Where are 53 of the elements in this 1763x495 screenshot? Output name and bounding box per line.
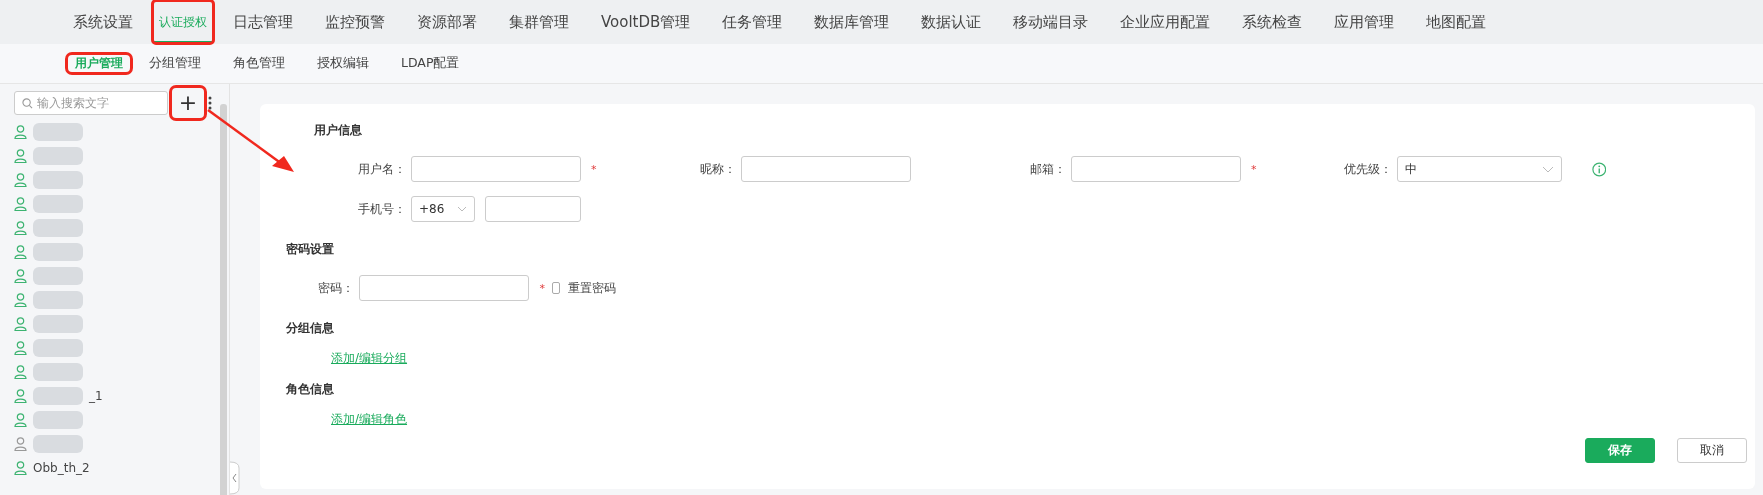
chevron-down-icon (457, 206, 467, 212)
field-label: 优先级： (1343, 160, 1392, 178)
chevron-down-icon (1541, 165, 1554, 173)
input-field[interactable] (359, 275, 530, 301)
nav-tab[interactable]: 系统设置 (60, 0, 146, 44)
search-field[interactable]: 输入搜索文字 (14, 91, 168, 115)
nav-tab[interactable]: 数据认证 (908, 0, 995, 44)
nav-tab[interactable]: 系统检查 (1229, 0, 1316, 44)
nav-tab[interactable]: 数据库管理 (801, 0, 903, 44)
checkbox-label: 重置密码 (568, 279, 616, 297)
section-title: 分组信息 (286, 320, 335, 337)
nav-tab[interactable]: 监控预警 (312, 0, 398, 44)
nav-tab[interactable]: 移动端目录 (1000, 0, 1102, 44)
section-title: 用户信息 (314, 122, 363, 139)
select-field[interactable]: 中 (1397, 156, 1562, 182)
country-code-select[interactable]: +86 (411, 196, 475, 222)
input-field[interactable] (411, 156, 581, 182)
sub-tab[interactable]: LDAP配置 (388, 49, 473, 78)
nav-tab[interactable]: VooltDB管理 (588, 0, 704, 44)
input-field[interactable] (741, 156, 911, 182)
input-field[interactable] (1071, 156, 1241, 182)
checkbox[interactable] (552, 282, 560, 294)
sub-tab[interactable]: 授权编辑 (304, 49, 382, 78)
required-mark: * (539, 281, 546, 295)
add-button[interactable]: + (172, 88, 204, 118)
field-label: 邮箱： (1029, 160, 1066, 178)
field-label: 昵称： (699, 160, 736, 178)
nav-tab[interactable]: 地图配置 (1413, 0, 1500, 44)
nav-tab[interactable]: 日志管理 (220, 0, 306, 44)
user-name[interactable]: Obb_th_2 (33, 461, 90, 475)
nav-tab[interactable]: 集群管理 (496, 0, 582, 44)
nav-tab[interactable]: 资源部署 (404, 0, 490, 44)
field-label: 手机号： (357, 200, 406, 218)
field-label: 密码： (317, 279, 355, 297)
scrollbar[interactable] (220, 104, 227, 495)
cancel-button[interactable]: 取消 (1677, 438, 1747, 463)
field-label: 用户名： (357, 160, 406, 178)
section-title: 角色信息 (286, 381, 335, 398)
user-name[interactable]: _1 (89, 389, 103, 403)
more-icon[interactable] (208, 96, 212, 110)
required-mark: * (591, 162, 598, 176)
collapse-handle-icon[interactable] (230, 460, 240, 495)
search-icon (22, 97, 33, 109)
nav-tab[interactable]: 应用管理 (1321, 0, 1408, 44)
search-input[interactable]: 输入搜索文字 (37, 96, 157, 110)
required-mark: * (1251, 162, 1258, 176)
nav-tab[interactable]: 企业应用配置 (1107, 0, 1224, 44)
input-field[interactable] (485, 196, 581, 222)
sub-tab[interactable]: 分组管理 (136, 49, 214, 78)
section-title: 密码设置 (286, 241, 335, 258)
nav-tab[interactable]: 任务管理 (709, 0, 796, 44)
info-icon[interactable] (1591, 161, 1606, 177)
sub-tab[interactable]: 角色管理 (220, 49, 298, 78)
